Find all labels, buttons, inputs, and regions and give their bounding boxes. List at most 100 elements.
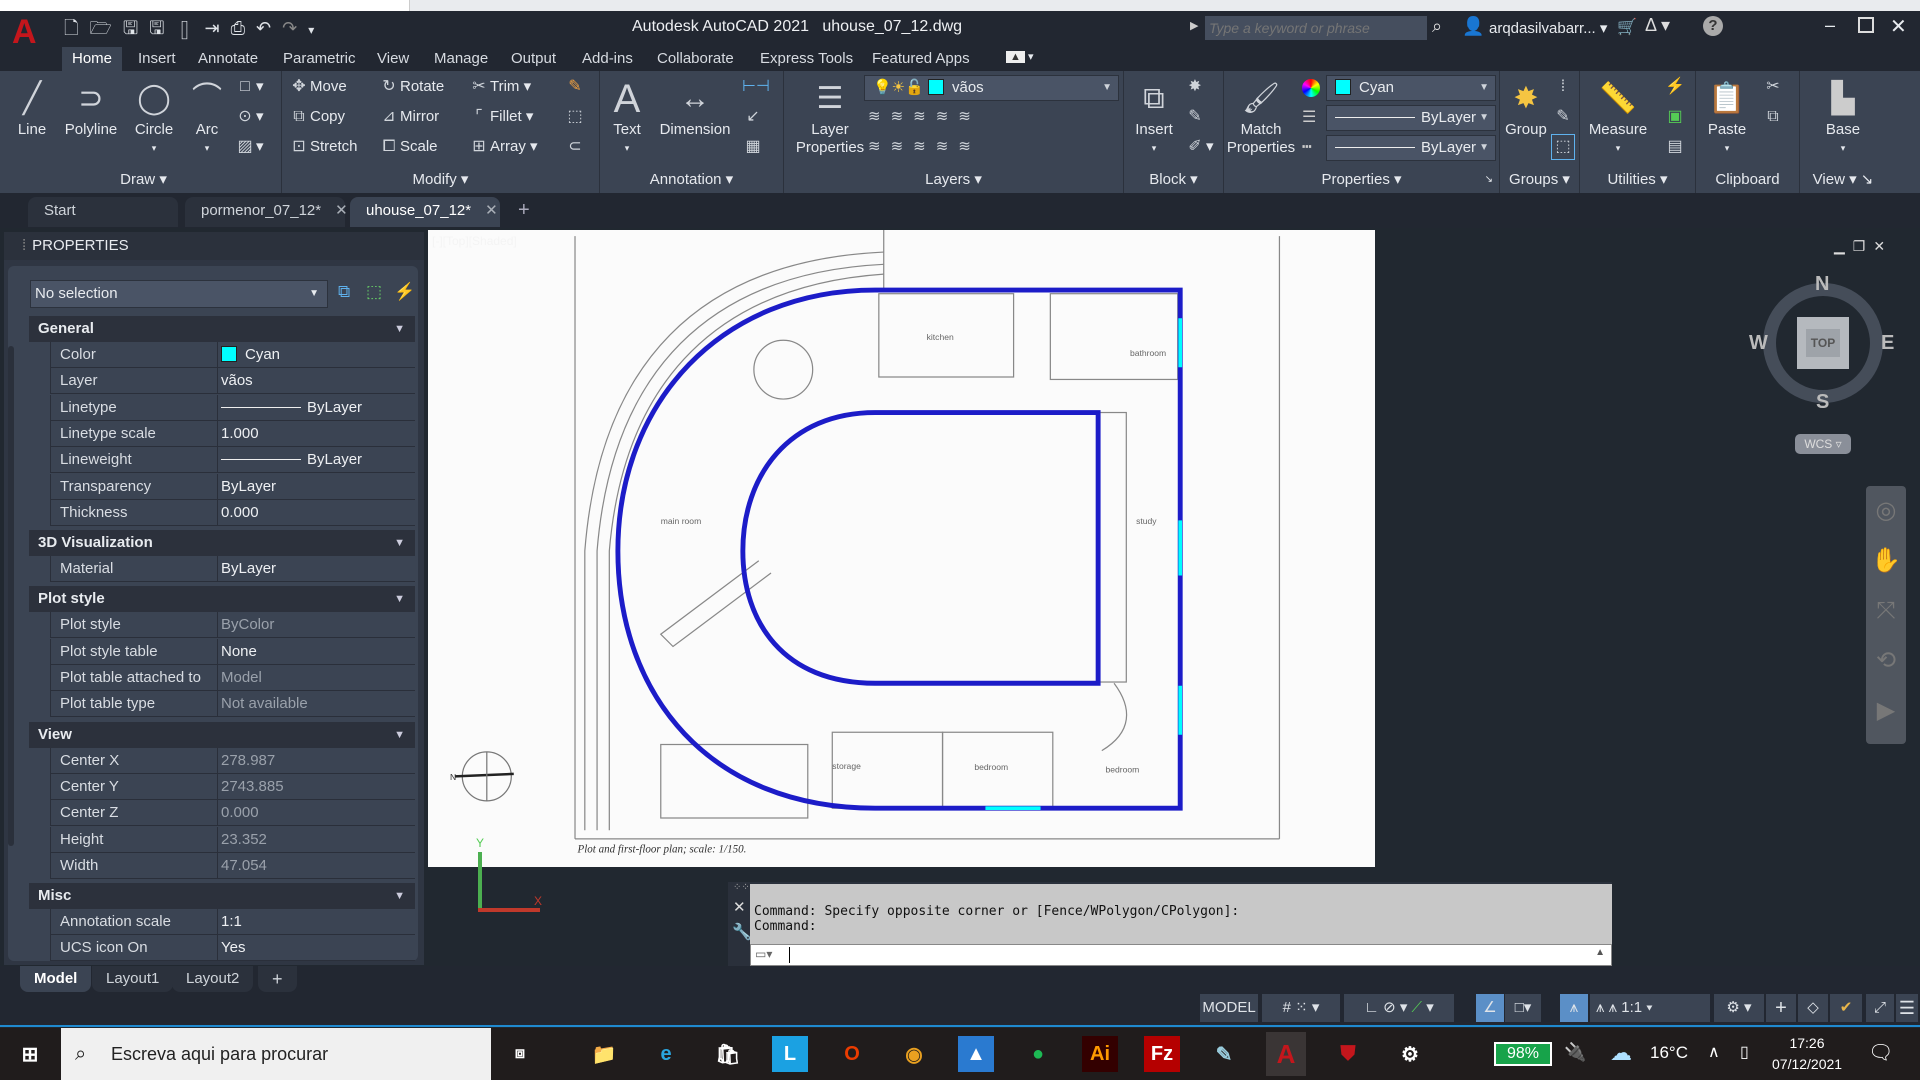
grid-snap-group[interactable]: # ⁙ ▾ <box>1262 994 1340 1022</box>
property-value[interactable]: Cyan <box>217 342 280 367</box>
task-view-icon[interactable]: ⧈ <box>502 1036 538 1072</box>
property-row-layer[interactable]: Layer vãos <box>50 368 415 395</box>
settings-icon[interactable]: ⚙ <box>1392 1036 1428 1072</box>
leader-button[interactable]: ↙ <box>742 105 764 129</box>
property-value[interactable]: ByLayer <box>217 447 362 473</box>
property-row-plot-table-type[interactable]: Plot table type Not available <box>50 691 415 718</box>
table-button[interactable]: ▦ <box>742 135 764 159</box>
polyline-button[interactable]: ⊃ Polyline <box>56 77 126 139</box>
toggle-pickadd-icon[interactable]: ⧉ <box>338 282 350 302</box>
text-button[interactable]: A Text ▾ <box>604 77 650 157</box>
photos-icon[interactable]: ▲ <box>958 1036 994 1072</box>
layout-tab-model[interactable]: Model <box>20 966 92 992</box>
property-row-lineweight[interactable]: Lineweight ByLayer <box>50 447 415 474</box>
user-icon[interactable]: 👤 <box>1462 16 1484 37</box>
property-row-linetype[interactable]: Linetype ByLayer <box>50 394 415 421</box>
layout-tab-layout2[interactable]: Layout2 <box>172 966 254 992</box>
compass-west[interactable]: W <box>1749 332 1768 355</box>
dimension-button[interactable]: ↔ Dimension <box>652 77 738 139</box>
orbit-icon[interactable]: ⟲ <box>1866 636 1906 686</box>
spotify-icon[interactable]: ● <box>1020 1036 1056 1072</box>
hatch-button[interactable]: ▨ ▾ <box>234 135 263 159</box>
property-row-plot-table-attached-to[interactable]: Plot table attached to Model <box>50 665 415 691</box>
panel-layers-label[interactable]: Layers ▾ <box>784 167 1123 193</box>
recent-commands-icon[interactable]: ▭▾ <box>755 947 772 961</box>
model-space-toggle[interactable]: MODEL <box>1200 994 1258 1022</box>
circle-button[interactable]: ◯ Circle ▾ <box>126 77 182 157</box>
section-plot-style[interactable]: Plot style ▼ <box>29 586 415 613</box>
base-view-button[interactable]: ▙ Base ▾ <box>1818 77 1868 157</box>
pan-hand-icon[interactable]: ✋ <box>1866 536 1906 586</box>
customization-menu-icon[interactable]: ☰ <box>1896 994 1918 1022</box>
customize-wrench-icon[interactable]: 🔧 <box>732 922 752 942</box>
measure-button[interactable]: 📏 Measure ▾ <box>1584 77 1652 157</box>
match-properties-button[interactable]: 🖌 Match Properties <box>1226 77 1296 157</box>
viewcube[interactable]: TOP N S W E <box>1749 273 1894 413</box>
layer-properties-button[interactable]: ☰ Layer Properties <box>790 77 870 157</box>
quick-select-icon[interactable]: ⚡ <box>394 282 415 302</box>
edit-block-button[interactable]: ✎ <box>1184 105 1206 129</box>
paste-button[interactable]: 📋 Paste ▾ <box>1702 77 1752 157</box>
calculator-button[interactable]: ▤ <box>1664 135 1686 159</box>
polar-icon[interactable]: ⊘ <box>1383 999 1396 1016</box>
scale-button[interactable]: ⧠ Scale <box>378 135 438 159</box>
move-button[interactable]: ✥ Move <box>288 75 346 99</box>
property-value[interactable]: 0.000 <box>217 800 259 826</box>
redo-icon[interactable]: ↷ <box>282 18 308 38</box>
property-value[interactable]: None <box>217 638 257 664</box>
filezilla-icon[interactable]: Fz <box>1144 1036 1180 1072</box>
ortho-polar-group[interactable]: ∟ ⊘ ▾ ⟋ ▾ <box>1344 994 1454 1022</box>
viewport-minimize-button[interactable]: ▁ <box>1834 238 1853 254</box>
zoom-extents-icon[interactable]: ⤧ <box>1866 586 1906 636</box>
attribute-button[interactable]: ✐ ▾ <box>1184 135 1213 159</box>
steering-wheel-icon[interactable]: ◎ <box>1866 486 1906 536</box>
share-icon[interactable]: ⇥ <box>205 18 231 38</box>
file-tab-start[interactable]: Start <box>28 197 178 227</box>
tab-insert[interactable]: Insert <box>128 47 186 71</box>
viewport-restore-button[interactable]: ❐ <box>1853 238 1874 254</box>
linetype-dropdown[interactable]: ByLayer ▼ <box>1326 135 1496 161</box>
compass-north[interactable]: N <box>1815 273 1829 296</box>
panel-view-label[interactable]: View ▾ ↘ <box>1800 167 1886 193</box>
object-snap-toggle[interactable]: ∠ <box>1476 994 1504 1022</box>
section-3d-visualization[interactable]: 3D Visualization ▼ <box>29 530 415 557</box>
linear-dimension-button[interactable]: ⊢⊣ <box>742 75 770 99</box>
grid-icon[interactable]: # <box>1283 999 1291 1016</box>
l-app-icon[interactable]: L <box>772 1036 808 1072</box>
property-value[interactable]: Not available <box>217 691 308 717</box>
insert-block-button[interactable]: ⧉ Insert ▾ <box>1128 77 1180 157</box>
layer-tools-row-2[interactable]: ≋≋≋≋≋ <box>868 135 981 159</box>
command-input[interactable]: ▭▾ ▲ <box>750 944 1612 966</box>
showmotion-icon[interactable]: ▶ <box>1866 686 1906 736</box>
tab-add-ins[interactable]: Add-ins <box>572 47 643 71</box>
annotation-scale-group[interactable]: ⩚ ⩚ 1:1 ▾ <box>1590 994 1710 1022</box>
wcs-menu[interactable]: WCS ▿ <box>1795 434 1851 454</box>
chrome-icon[interactable]: ◉ <box>896 1036 932 1072</box>
office-icon[interactable]: O <box>834 1036 870 1072</box>
copy-clip-button[interactable]: ⧉ <box>1762 105 1784 129</box>
web-mobile-icon[interactable]: ▯ <box>176 18 205 38</box>
property-row-annotation-scale[interactable]: Annotation scale 1:1 <box>50 909 415 936</box>
collapse-icon[interactable]: ▼ <box>394 316 405 342</box>
property-value[interactable]: ByLayer <box>217 556 276 582</box>
drawing-viewport[interactable]: kitchen bathroom main room study storage… <box>428 230 1375 867</box>
workspace-gear-menu[interactable]: ⚙ ▾ <box>1714 994 1764 1022</box>
collapse-icon[interactable]: ▼ <box>394 722 405 748</box>
group-selection-toggle[interactable]: ⬚ <box>1551 134 1575 160</box>
property-value[interactable]: 23.352 <box>217 826 267 852</box>
rotate-button[interactable]: ↻ Rotate <box>378 75 444 99</box>
ungroup-button[interactable]: ⁞ <box>1552 75 1574 99</box>
property-row-center-z[interactable]: Center Z 0.000 <box>50 800 415 827</box>
tab-home[interactable]: Home <box>62 47 123 71</box>
property-value[interactable]: ByColor <box>217 612 274 638</box>
property-value[interactable]: ByLayer <box>217 473 276 499</box>
layer-dropdown[interactable]: 💡☀🔓 vãos ▼ <box>864 75 1119 101</box>
section-view[interactable]: View ▼ <box>29 721 415 748</box>
notifications-icon[interactable]: 🗨 <box>1868 1040 1893 1065</box>
panel-groups-label[interactable]: Groups ▾ <box>1500 167 1579 193</box>
collapse-icon[interactable]: ▼ <box>394 883 405 909</box>
group-edit-button[interactable]: ✎ <box>1552 105 1574 129</box>
new-layout-button[interactable]: + <box>258 966 297 992</box>
help-search-input[interactable] <box>1205 16 1427 40</box>
search-expand-icon[interactable]: ▶ <box>1190 19 1198 32</box>
